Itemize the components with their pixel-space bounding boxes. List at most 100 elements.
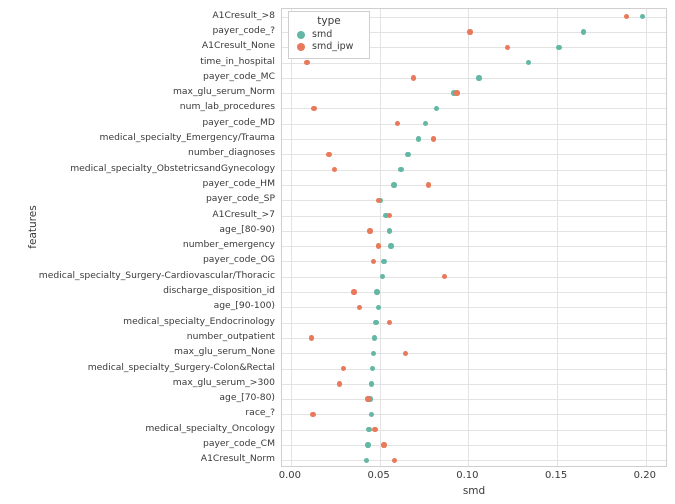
x-axis-tick-label: 0.15 (544, 470, 568, 481)
y-axis-tick-label: medical_specialty_Endocrinology (123, 315, 275, 327)
data-point (365, 396, 371, 402)
y-axis-tick-label: discharge_disposition_id (163, 285, 275, 297)
y-axis-tick-label: medical_specialty_Emergency/Trauma (99, 132, 276, 144)
data-point (304, 59, 310, 66)
data-point (398, 166, 404, 173)
horizontal-gridline-23 (282, 368, 666, 370)
legend-title: type (317, 15, 341, 27)
horizontal-gridline-22 (282, 353, 666, 355)
data-point (376, 304, 382, 311)
data-point (381, 442, 387, 448)
data-point (374, 289, 380, 295)
data-point (369, 365, 376, 372)
data-point (394, 121, 401, 127)
y-axis-tick-label: age_[80-90) (219, 223, 275, 235)
y-axis-tick-label: payer_code_? (212, 24, 275, 36)
horizontal-gridline-7 (282, 123, 666, 125)
data-point (388, 243, 394, 249)
horizontal-gridline-17 (282, 276, 666, 278)
y-axis-tick-label: A1Cresult_>8 (212, 9, 275, 21)
legend-entries: smd smd_ipw (295, 29, 363, 52)
data-point (423, 121, 429, 127)
horizontal-gridline-27 (282, 429, 666, 431)
data-point (410, 75, 417, 81)
y-axis-tick-label: number_diagnoses (188, 147, 275, 159)
x-axis-tick-label: 0.10 (456, 470, 479, 481)
horizontal-gridline-25 (282, 399, 666, 401)
data-point (356, 304, 362, 311)
horizontal-gridline-28 (282, 445, 666, 447)
data-point (370, 258, 377, 265)
data-point (476, 75, 482, 81)
data-point (386, 319, 393, 326)
y-axis-tick-label: payer_code_MD (202, 116, 275, 128)
data-point (433, 105, 440, 112)
y-axis-tick-label: A1Cresult_None (201, 40, 275, 52)
data-point (623, 13, 629, 20)
data-point (367, 228, 373, 234)
data-point (370, 350, 377, 356)
y-axis-tick-label: number_outpatient (186, 330, 275, 342)
y-axis-tick-label: medical_specialty_Surgery-Colon&Rectal (87, 361, 275, 373)
y-axis-tick-label: number_emergency (182, 239, 275, 251)
horizontal-gridline-19 (282, 307, 666, 309)
y-axis-tick-label: max_glu_serum_None (174, 346, 275, 358)
horizontal-gridline-3 (282, 62, 666, 64)
horizontal-gridline-26 (282, 414, 666, 416)
y-axis-tick-label: num_lab_procedures (179, 101, 275, 113)
y-axis-tick-label: payer_code_MC (202, 70, 275, 82)
data-point (386, 228, 393, 234)
horizontal-gridline-9 (282, 154, 666, 156)
data-point (391, 182, 397, 188)
horizontal-gridline-15 (282, 246, 666, 248)
legend-marker-icon (297, 42, 305, 51)
data-point (425, 182, 432, 188)
y-axis-tick-label: payer_code_SP (205, 193, 275, 205)
data-point (454, 90, 460, 96)
horizontal-gridline-16 (282, 261, 666, 263)
y-axis-tick-label: medical_specialty_ObstetricsandGynecolog… (70, 162, 275, 174)
data-point (392, 457, 398, 464)
horizontal-gridline-21 (282, 337, 666, 339)
data-point (556, 44, 562, 50)
data-point (366, 427, 372, 433)
data-point (581, 29, 587, 35)
y-axis-tick-label: age_[90-100) (213, 300, 275, 312)
data-point (368, 411, 375, 418)
data-point (639, 13, 645, 20)
x-axis-tick-label: 0.20 (633, 470, 656, 481)
horizontal-gridline-20 (282, 322, 666, 324)
horizontal-gridline-5 (282, 93, 666, 95)
horizontal-gridline-11 (282, 184, 666, 186)
data-point (386, 212, 393, 219)
data-point (371, 335, 377, 341)
data-point (415, 136, 422, 142)
horizontal-gridline-4 (282, 77, 666, 79)
horizontal-gridline-29 (282, 460, 666, 462)
data-point (504, 44, 511, 50)
plot-area (281, 8, 667, 467)
y-axis-tick-label: time_in_hospital (200, 55, 275, 67)
data-point (402, 350, 409, 356)
y-axis-tick-label: A1Cresult_>7 (212, 208, 275, 220)
horizontal-gridline-10 (282, 169, 666, 171)
x-axis-tick-label: 0.05 (367, 470, 390, 481)
y-axis-tick-label: payer_code_OG (202, 254, 275, 266)
legend: type smd smd_ipw (288, 11, 370, 59)
data-point (310, 411, 316, 418)
data-point (368, 381, 375, 387)
data-point (351, 289, 357, 295)
legend-item-smd[interactable]: smd (297, 29, 363, 40)
data-point (373, 319, 379, 326)
horizontal-gridline-13 (282, 215, 666, 217)
y-axis-tick-label: age_[70-80) (219, 392, 275, 404)
data-point (525, 59, 532, 66)
legend-item-smd_ipw[interactable]: smd_ipw (297, 41, 363, 52)
y-axis-tick-label: race_? (245, 407, 275, 419)
scatter-chart-figure: features A1Cresult_>8 payer_code_? A1Cresu… (0, 0, 675, 504)
data-point (365, 442, 371, 448)
data-point (326, 151, 332, 158)
y-axis-tick-label: A1Cresult_Norm (200, 453, 275, 465)
data-point (379, 274, 385, 280)
data-point (441, 274, 448, 280)
